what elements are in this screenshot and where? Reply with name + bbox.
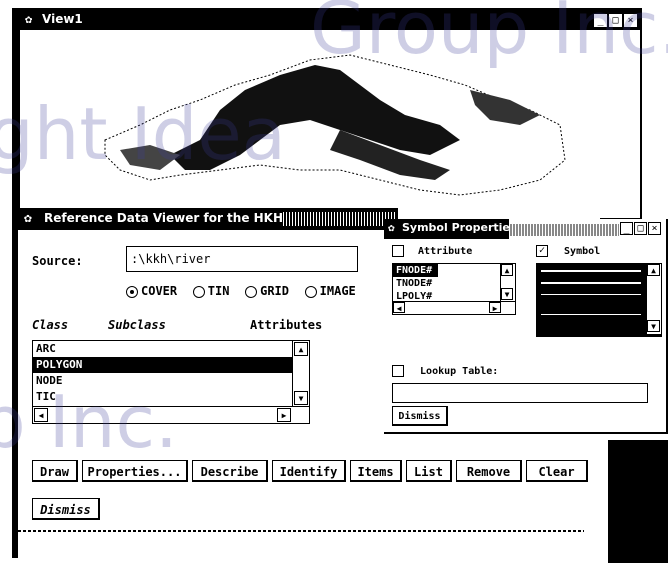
line-symbol xyxy=(541,270,641,272)
data-type-radio-group: COVER TIN GRID IMAGE xyxy=(126,280,356,299)
checkbox-indicator xyxy=(392,365,404,377)
symbol-preview-list[interactable]: ▲ ▼ xyxy=(536,263,662,337)
scroll-left-icon[interactable]: ◀ xyxy=(393,302,405,313)
symbol-properties-window: ✿ Symbol Properties _ □ × Attribute ✓ Sy… xyxy=(384,219,668,434)
horizontal-scrollbar[interactable]: ◀ ▶ xyxy=(33,406,309,423)
symbol-titlebar: ✿ Symbol Properties xyxy=(384,219,516,239)
list-item[interactable]: NODE xyxy=(33,373,309,389)
radio-cover[interactable]: COVER xyxy=(126,284,177,298)
list-button[interactable]: List xyxy=(406,460,452,482)
lookup-checkbox[interactable]: Lookup Table: xyxy=(392,365,498,377)
minimize-button[interactable]: _ xyxy=(593,13,608,28)
list-item[interactable]: TIC xyxy=(33,389,309,405)
scroll-right-icon[interactable]: ▶ xyxy=(277,408,291,422)
radio-image[interactable]: IMAGE xyxy=(304,284,356,298)
symbol-checkbox-label: Symbol xyxy=(564,246,601,257)
attribute-checkbox[interactable]: Attribute xyxy=(392,245,472,257)
radio-tin[interactable]: TIN xyxy=(192,284,230,298)
scroll-up-icon[interactable]: ▲ xyxy=(647,264,660,276)
close-button[interactable]: × xyxy=(623,13,638,28)
horizontal-scrollbar[interactable]: ◀ ▶ xyxy=(393,301,515,314)
scroll-up-icon[interactable]: ▲ xyxy=(501,264,513,276)
class-listbox[interactable]: ARC POLYGON NODE TIC ▲ ▼ ◀ ▶ xyxy=(32,340,310,424)
line-symbol xyxy=(541,294,641,295)
line-symbol xyxy=(541,282,641,284)
radio-label: COVER xyxy=(141,284,178,298)
map-canvas[interactable] xyxy=(20,30,640,216)
vertical-scrollbar[interactable]: ▲ ▼ xyxy=(646,264,661,334)
rdv-title: Reference Data Viewer for the HKH xyxy=(44,211,284,225)
titlebar-pattern xyxy=(509,224,619,236)
symbol-title: Symbol Properties xyxy=(402,221,517,234)
draw-button[interactable]: Draw xyxy=(32,460,78,482)
class-label: Class xyxy=(32,318,69,332)
app-icon: ✿ xyxy=(388,221,395,234)
scroll-left-icon[interactable]: ◀ xyxy=(34,408,48,422)
scroll-up-icon[interactable]: ▲ xyxy=(294,342,308,356)
clear-button[interactable]: Clear xyxy=(526,460,588,482)
radio-label: GRID xyxy=(260,284,289,298)
checkbox-indicator xyxy=(392,245,404,257)
line-symbol xyxy=(541,314,641,315)
app-icon: ✿ xyxy=(24,211,32,226)
minimize-button[interactable]: _ xyxy=(620,222,633,235)
maximize-button[interactable]: □ xyxy=(634,222,647,235)
properties-button[interactable]: Properties... xyxy=(82,460,188,482)
identify-button[interactable]: Identify xyxy=(272,460,346,482)
app-icon: ✿ xyxy=(25,12,33,26)
lookup-checkbox-label: Lookup Table: xyxy=(420,366,499,377)
view-window: ✿ View1 _ □ × xyxy=(18,8,642,220)
attributes-label: Attributes xyxy=(250,318,323,332)
subclass-label: Subclass xyxy=(108,318,166,332)
lookup-table-input[interactable] xyxy=(392,383,648,403)
radio-label: IMAGE xyxy=(319,284,356,298)
radio-indicator xyxy=(192,285,205,298)
list-item-selected[interactable]: POLYGON xyxy=(33,357,293,373)
list-item[interactable]: TNODE# xyxy=(393,277,515,290)
remove-button[interactable]: Remove xyxy=(456,460,522,482)
radio-grid[interactable]: GRID xyxy=(245,284,289,298)
vertical-scrollbar[interactable]: ▲ ▼ xyxy=(500,264,515,302)
view-title: View1 xyxy=(42,12,83,26)
list-item-selected[interactable]: FNODE# xyxy=(393,264,438,277)
scroll-down-icon[interactable]: ▼ xyxy=(501,288,513,300)
view-titlebar: ✿ View1 _ □ × xyxy=(20,10,640,30)
close-button[interactable]: × xyxy=(648,222,661,235)
items-button[interactable]: Items xyxy=(350,460,402,482)
radio-indicator xyxy=(245,285,258,298)
divider xyxy=(18,530,584,532)
symbol-checkbox[interactable]: ✓ Symbol xyxy=(536,245,600,257)
source-input[interactable]: :\kkh\river xyxy=(126,246,358,272)
scroll-right-icon[interactable]: ▶ xyxy=(489,302,501,313)
maximize-button[interactable]: □ xyxy=(608,13,623,28)
attribute-listbox[interactable]: FNODE# TNODE# LPOLY# ▲ ▼ ◀ ▶ xyxy=(392,263,516,315)
radio-indicator xyxy=(304,285,317,298)
check-icon: ✓ xyxy=(536,245,548,257)
source-label: Source: xyxy=(32,254,83,268)
background-edge xyxy=(608,440,668,563)
radio-indicator xyxy=(126,285,138,298)
symbol-dismiss-button[interactable]: Dismiss xyxy=(392,406,448,426)
vertical-scrollbar[interactable]: ▲ ▼ xyxy=(292,341,309,407)
dismiss-button[interactable]: Dismiss xyxy=(32,498,100,520)
attribute-checkbox-label: Attribute xyxy=(418,246,473,257)
radio-label: TIN xyxy=(207,284,230,298)
titlebar-pattern xyxy=(283,212,395,226)
describe-button[interactable]: Describe xyxy=(192,460,268,482)
scroll-down-icon[interactable]: ▼ xyxy=(294,391,308,405)
rdv-titlebar: ✿ Reference Data Viewer for the HKH xyxy=(18,208,398,230)
scroll-down-icon[interactable]: ▼ xyxy=(647,320,660,332)
list-item[interactable]: ARC xyxy=(33,341,309,357)
